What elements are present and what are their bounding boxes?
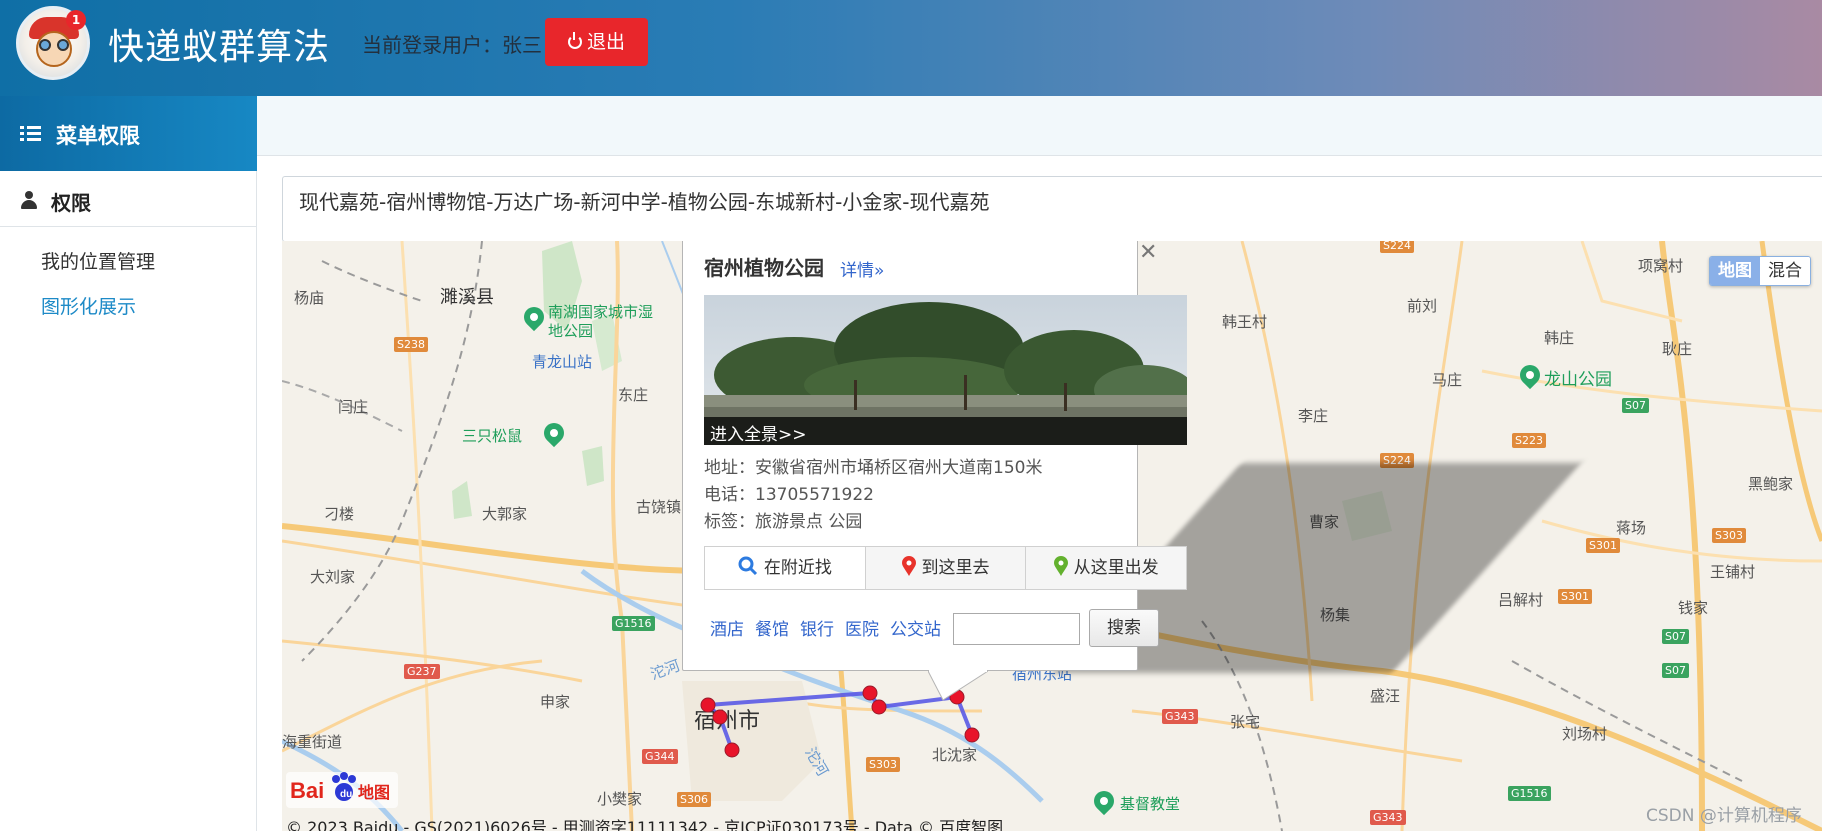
sidebar-section-header: 菜单权限 (0, 96, 257, 171)
route-marker[interactable] (862, 685, 878, 701)
logout-label: 退出 (586, 31, 625, 53)
map-type-switch: 地图 混合 (1709, 256, 1811, 286)
red-pin-icon (901, 550, 916, 592)
sidebar-section-title: 菜单权限 (56, 124, 140, 148)
svg-text:du: du (340, 789, 352, 800)
info-window: ✕ 宿州植物公园 详情» 进入全景>> 地址：安徽省宿州市埇桥区宿州大道南150… (682, 241, 1187, 701)
route-marker[interactable] (724, 742, 740, 758)
tab-label: 从这里出发 (1073, 558, 1159, 578)
category-link-bank[interactable]: 银行 (800, 615, 834, 640)
sidebar: 菜单权限 权限 我的位置管理 图形化展示 (0, 96, 257, 831)
info-address: 地址：安徽省宿州市埇桥区宿州大道南150米 (704, 458, 1043, 478)
info-window-title: 宿州植物公园 (704, 256, 824, 280)
route-marker[interactable] (964, 727, 980, 743)
list-icon (20, 126, 41, 142)
nearby-search-input[interactable] (953, 613, 1080, 645)
category-link-hospital[interactable]: 医院 (845, 615, 879, 640)
tab-label: 在附近找 (763, 558, 832, 578)
map-copyright: © 2023 Baidu - GS(2021)6026号 - 甲测资字11111… (286, 818, 1004, 831)
notification-badge: 1 (66, 10, 86, 30)
panorama-photo[interactable]: 进入全景>> (704, 295, 1187, 445)
user-icon (21, 191, 37, 209)
route-marker[interactable] (871, 699, 887, 715)
category-link-bus-stop[interactable]: 公交站 (890, 615, 941, 640)
map-type-hybrid-button[interactable]: 混合 (1760, 257, 1810, 285)
route-text: 现代嘉苑-宿州博物馆-万达广场-新河中学-植物公园-东城新村-小金家-现代嘉苑 (299, 190, 990, 214)
sidebar-item-graphical-display[interactable]: 图形化展示 (41, 292, 136, 319)
info-tags: 标签：旅游景点 公园 (704, 512, 863, 532)
tab-depart-from-here[interactable]: 从这里出发 (1026, 547, 1187, 592)
sidebar-group-title: 权限 (51, 191, 91, 215)
svg-text:Bai: Bai (290, 778, 324, 803)
logout-button[interactable]: 退出 (545, 18, 648, 66)
current-user-label: 当前登录用户：张三 (362, 33, 542, 57)
app-title: 快递蚁群算法 (108, 27, 331, 68)
map-type-map-button[interactable]: 地图 (1710, 257, 1760, 285)
tab-label: 到这里去 (921, 558, 990, 578)
tab-go-here[interactable]: 到这里去 (865, 547, 1027, 592)
sidebar-item-location-management[interactable]: 我的位置管理 (41, 247, 155, 274)
tab-search-nearby[interactable]: 在附近找 (705, 547, 866, 589)
search-nearby-icon (738, 550, 758, 592)
svg-text:地图: 地图 (358, 783, 390, 802)
csdn-watermark: CSDN @计算机程序 (1646, 806, 1802, 826)
route-display: 现代嘉苑-宿州博物馆-万达广场-新河中学-植物公园-东城新村-小金家-现代嘉苑 (282, 176, 1822, 242)
baidu-logo: Bai du 地图 (286, 768, 398, 812)
category-link-hotel[interactable]: 酒店 (710, 615, 744, 640)
info-window-detail-link[interactable]: 详情» (840, 256, 884, 281)
info-window-tabs: 在附近找 到这里去 从这里出发 (704, 546, 1187, 590)
info-phone: 电话：13705571922 (704, 485, 874, 505)
panorama-link[interactable]: 进入全景>> (710, 420, 807, 445)
power-icon (567, 32, 582, 49)
green-pin-icon (1053, 550, 1068, 592)
sidebar-group-permissions[interactable]: 权限 (0, 171, 257, 227)
nearby-search-button[interactable]: 搜索 (1089, 609, 1159, 647)
category-link-restaurant[interactable]: 餐馆 (755, 615, 789, 640)
top-header: 1 快递蚁群算法 当前登录用户：张三 退出 (0, 0, 1822, 96)
main-toolbar-strip (257, 96, 1822, 156)
panorama-caption-bar: 进入全景>> (704, 417, 1187, 445)
route-marker[interactable] (700, 697, 716, 713)
info-window-pointer (928, 666, 988, 701)
route-marker[interactable] (712, 709, 728, 725)
close-icon[interactable]: ✕ (1139, 241, 1157, 265)
baidu-map[interactable]: 濉溪县 杨庙 南湖国家城市湿地公园 青龙山站 东庄 闫庄 三只松鼠 大郭家 古饶… (282, 241, 1822, 831)
